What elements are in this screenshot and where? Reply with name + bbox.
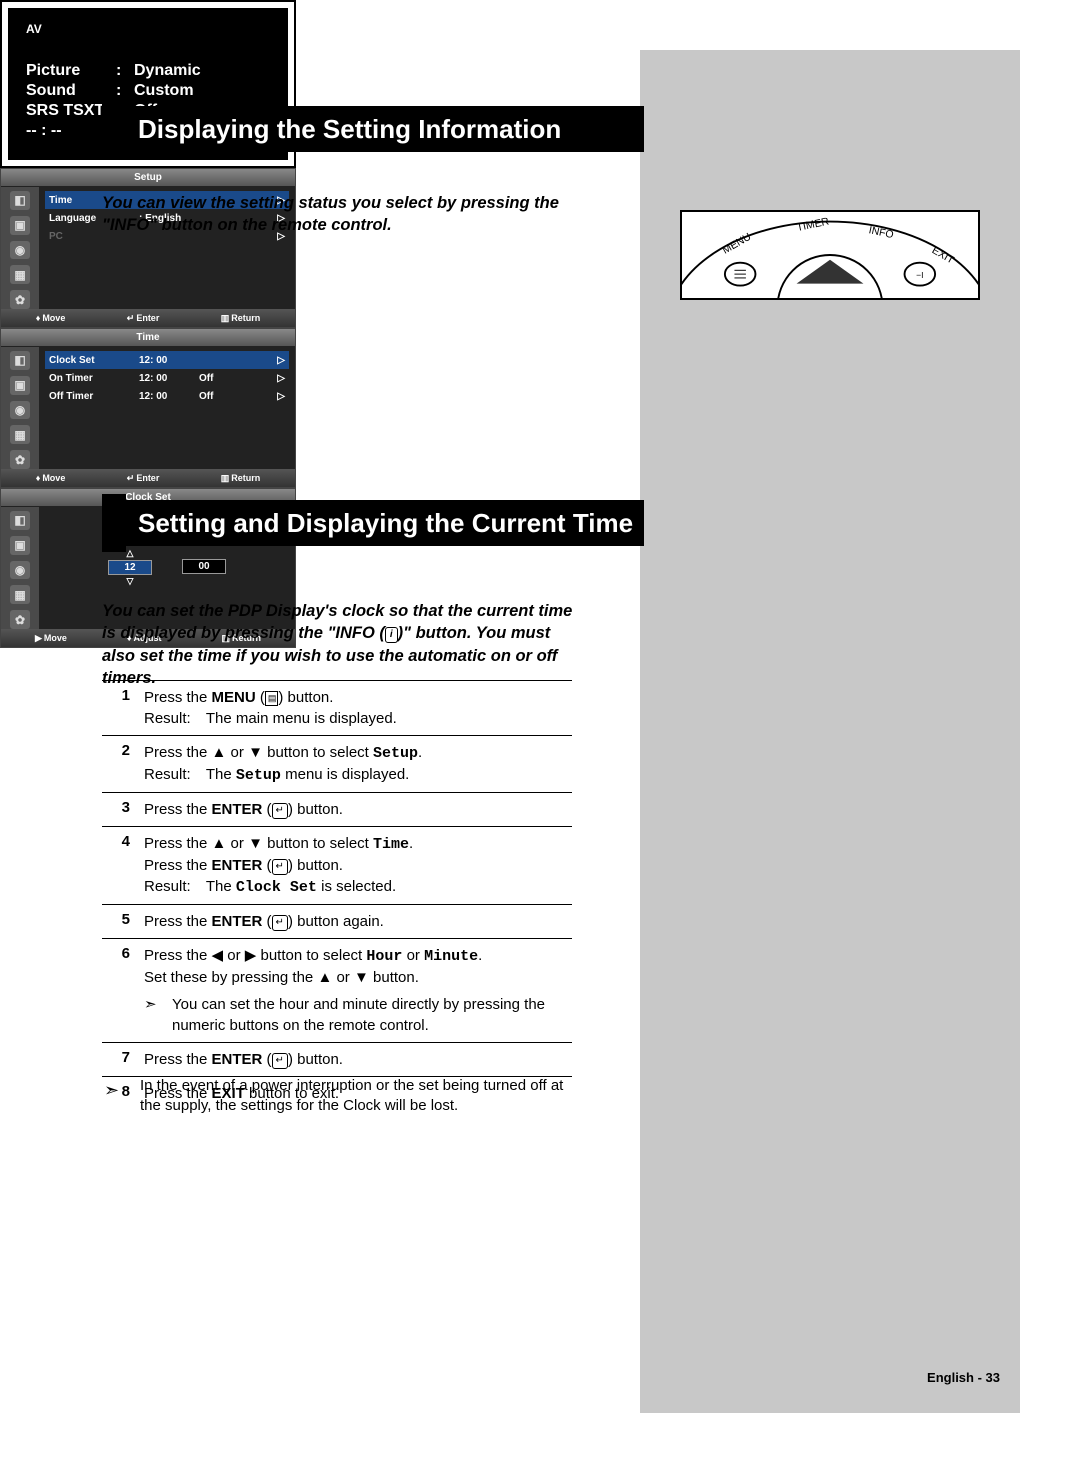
osd-category-icon: ◉ — [10, 241, 30, 260]
up-icon: ▲ — [317, 969, 332, 986]
osd-category-icon: ◉ — [10, 401, 30, 420]
step-row: 4Press the ▲ or ▼ button to select Time.… — [102, 827, 572, 905]
osd-category-icon: ▣ — [10, 376, 30, 395]
osd-category-icon: ◧ — [10, 351, 30, 370]
osd-info-row: Picture:Dynamic — [26, 62, 270, 80]
osd-sidebar-icons: ◧ ▣ ◉ ▦ ✿ — [1, 187, 39, 309]
osd-category-icon: ✿ — [10, 450, 30, 469]
step-row: 6Press the ◀ or ▶ button to select Hour … — [102, 939, 572, 1043]
osd-category-icon: ▦ — [10, 585, 30, 604]
step-row: 1Press the MENU (▤) button.Result: The m… — [102, 681, 572, 736]
down-icon: ▼ — [354, 969, 369, 986]
up-icon: ▲ — [212, 835, 227, 852]
osd-footer-hint: ↵Enter — [127, 313, 160, 324]
osd-footer-hint: ▥Return — [221, 473, 261, 484]
clockset-minute-value: 00 — [182, 559, 226, 574]
osd-category-icon: ✿ — [10, 290, 30, 309]
osd-menu-row: Clock Set12: 00▷ — [45, 351, 289, 369]
osd-category-icon: ▦ — [10, 425, 30, 444]
step-row: 5Press the ENTER (↵) button again. — [102, 905, 572, 939]
osd-category-icon: ▦ — [10, 265, 30, 284]
down-triangle-icon: ▽ — [108, 576, 152, 587]
osd-category-icon: ✿ — [10, 610, 30, 629]
osd-category-icon: ▣ — [10, 216, 30, 235]
note-arrow-icon: ➣ — [104, 1078, 119, 1102]
osd-setup-title: Setup — [1, 169, 295, 187]
osd-sidebar-icons: ◧ ▣ ◉ ▦ ✿ — [1, 347, 39, 469]
info-icon: i — [385, 627, 398, 643]
osd-time-title: Time — [1, 329, 295, 347]
osd-footer-hint: ▥Return — [221, 313, 261, 324]
page-footer: English - 33 — [927, 1370, 1000, 1385]
down-icon: ▼ — [248, 744, 263, 761]
osd-source-label: AV — [26, 22, 270, 36]
osd-footer-hint: ♦Move — [36, 313, 66, 323]
step-row: 7Press the ENTER (↵) button. — [102, 1043, 572, 1077]
osd-menu-row: Off Timer12: 00Off▷ — [45, 387, 289, 405]
section-1-title: Displaying the Setting Information — [138, 114, 561, 145]
left-icon: ◀ — [212, 947, 224, 964]
enter-icon: ↵ — [272, 803, 288, 819]
figure-remote-control: −I MENU TIMER INFO EXIT — [680, 210, 980, 300]
section-2-header-bar — [102, 494, 126, 552]
menu-icon: ▤ — [265, 691, 279, 706]
clockset-hour-value: 12 — [108, 560, 152, 575]
osd-category-icon: ▣ — [10, 536, 30, 555]
up-icon: ▲ — [212, 744, 227, 761]
osd-time: -- : -- — [26, 122, 62, 140]
section-2-title: Setting and Displaying the Current Time — [138, 508, 633, 539]
section-1-header-bar — [102, 100, 126, 158]
right-icon: ▶ — [245, 947, 257, 964]
section-1-header: Displaying the Setting Information — [126, 106, 644, 152]
osd-category-icon: ◧ — [10, 191, 30, 210]
section-1-intro: You can view the setting status you sele… — [102, 192, 562, 237]
osd-category-icon: ◉ — [10, 561, 30, 580]
osd-category-icon: ◧ — [10, 511, 30, 530]
steps-list: 1Press the MENU (▤) button.Result: The m… — [102, 680, 572, 1110]
section-2-header: Setting and Displaying the Current Time — [126, 500, 644, 546]
osd-info-row: Sound:Custom — [26, 82, 270, 100]
step-row: 3Press the ENTER (↵) button. — [102, 793, 572, 827]
step-row: 2Press the ▲ or ▼ button to select Setup… — [102, 736, 572, 793]
figure-time-menu: Time ◧ ▣ ◉ ▦ ✿ Clock Set12: 00▷On Timer12: 0… — [0, 328, 296, 488]
osd-sidebar-icons: ◧ ▣ ◉ ▦ ✿ — [1, 507, 39, 629]
down-icon: ▼ — [248, 835, 263, 852]
section-2-intro: You can set the PDP Display's clock so t… — [102, 600, 587, 689]
final-note: ➣ In the event of a power interruption o… — [140, 1076, 570, 1117]
enter-icon: ↵ — [272, 1053, 288, 1069]
osd-footer-hint: ↵Enter — [127, 473, 160, 484]
enter-icon: ↵ — [272, 915, 288, 931]
enter-icon: ↵ — [272, 859, 288, 875]
svg-text:−I: −I — [916, 270, 923, 280]
osd-footer-hint: ♦Move — [36, 473, 66, 483]
osd-footer-hint: ▶Move — [35, 633, 67, 644]
osd-menu-row: On Timer12: 00Off▷ — [45, 369, 289, 387]
